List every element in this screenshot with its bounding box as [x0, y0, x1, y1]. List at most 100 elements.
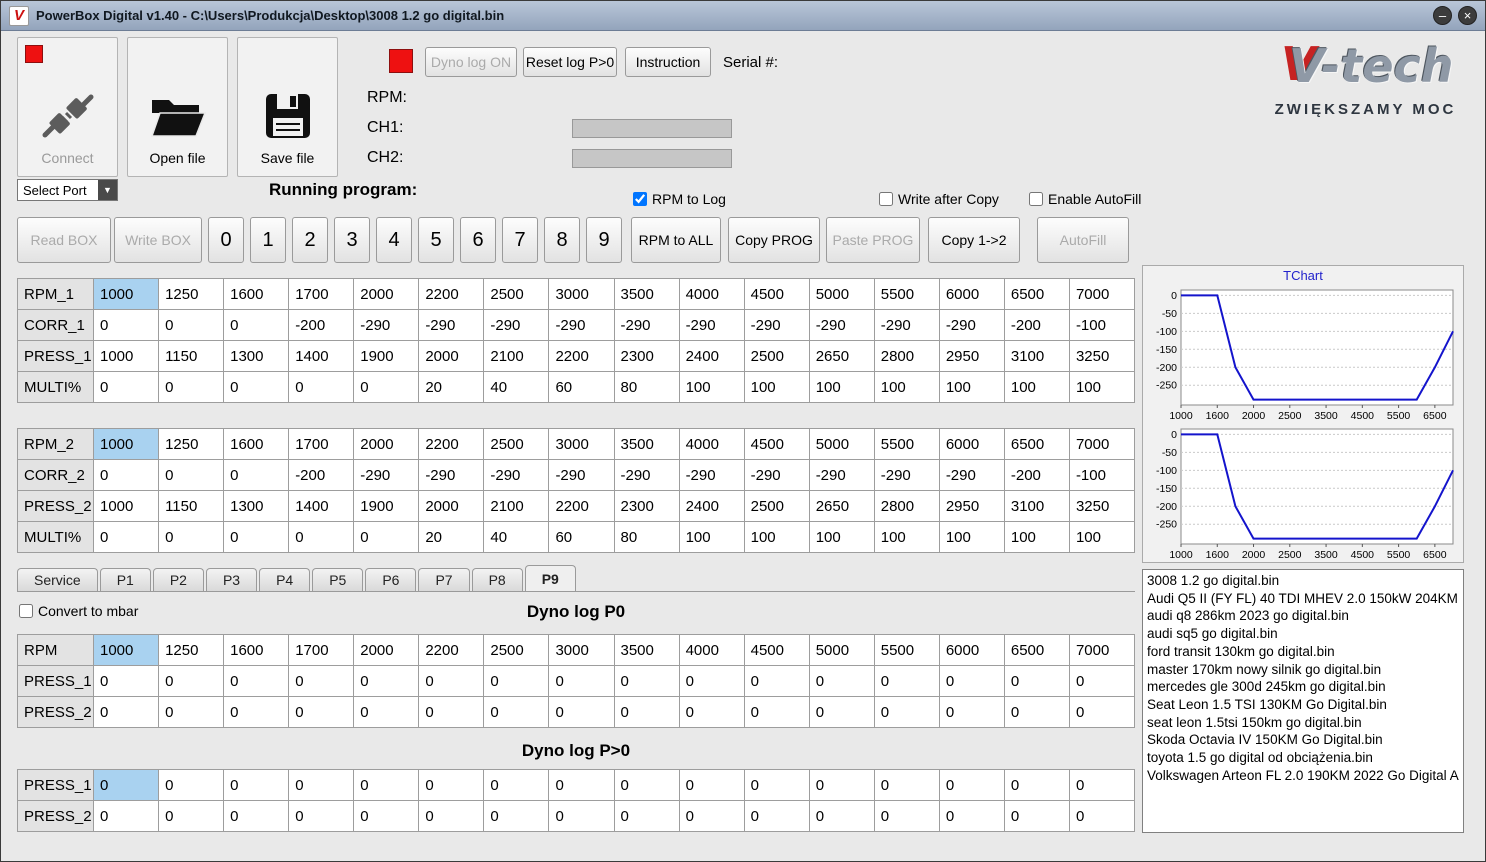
grid-cell[interactable]: 1700	[288, 278, 355, 310]
grid-cell[interactable]: 0	[158, 309, 225, 341]
grid-cell[interactable]: -290	[678, 459, 745, 491]
grid-cell[interactable]: 0	[938, 769, 1005, 801]
instruction-button[interactable]: Instruction	[625, 47, 711, 77]
grid-cell[interactable]: 2000	[353, 634, 420, 666]
grid-cell[interactable]: 0	[158, 800, 225, 832]
grid-cell[interactable]: 100	[678, 521, 745, 553]
grid-cell[interactable]: 0	[938, 800, 1005, 832]
read-box-button[interactable]: Read BOX	[17, 217, 111, 263]
grid-cell[interactable]: -290	[548, 459, 615, 491]
file-list-item[interactable]: audi q8 286km 2023 go digital.bin	[1147, 607, 1459, 625]
grid-cell[interactable]: -200	[1003, 459, 1070, 491]
file-list-item[interactable]: ford transit 130km go digital.bin	[1147, 643, 1459, 661]
grid-cell[interactable]: 0	[223, 521, 290, 553]
grid-cell[interactable]: 1250	[158, 278, 225, 310]
grid-cell[interactable]: 3500	[613, 634, 680, 666]
tab-p9[interactable]: P9	[524, 565, 576, 591]
grid-cell[interactable]: -200	[288, 459, 355, 491]
grid-cell[interactable]: 1900	[353, 340, 420, 372]
write-box-button[interactable]: Write BOX	[114, 217, 202, 263]
grid-cell[interactable]: 0	[613, 696, 680, 728]
grid-cell[interactable]: 2000	[418, 340, 485, 372]
grid-cell[interactable]: 0	[678, 769, 745, 801]
grid-cell[interactable]: 5000	[808, 278, 875, 310]
grid-cell[interactable]: 0	[1068, 800, 1136, 832]
grid-cell[interactable]: 1000	[92, 634, 160, 666]
grid-cell[interactable]: 0	[418, 696, 485, 728]
grid-cell[interactable]: 5000	[808, 428, 875, 460]
copy-1-to-2-button[interactable]: Copy 1->2	[928, 217, 1020, 263]
grid-cell[interactable]: 4000	[678, 278, 745, 310]
file-list-item[interactable]: toyota 1.5 go digital od obciążenia.bin	[1147, 749, 1459, 767]
digit-button-3[interactable]: 3	[334, 217, 370, 263]
grid-cell[interactable]: 4500	[743, 428, 810, 460]
grid-cell[interactable]: 2500	[743, 340, 810, 372]
grid-cell[interactable]: 1250	[158, 634, 225, 666]
grid-cell[interactable]: 3500	[613, 428, 680, 460]
grid-cell[interactable]: -290	[873, 459, 940, 491]
tab-p3[interactable]: P3	[205, 568, 258, 591]
grid-cell[interactable]: 0	[548, 800, 615, 832]
file-list-item[interactable]: mercedes gle 300d 245km go digital.bin	[1147, 678, 1459, 696]
grid-cell[interactable]: -290	[353, 309, 420, 341]
grid-cell[interactable]: 6000	[938, 634, 1005, 666]
grid-cell[interactable]: 4500	[743, 278, 810, 310]
grid-cell[interactable]: 2500	[483, 278, 550, 310]
grid-cell[interactable]: 100	[938, 521, 1005, 553]
grid-cell[interactable]: 0	[873, 696, 940, 728]
tab-p8[interactable]: P8	[471, 568, 523, 591]
grid-cell[interactable]: 0	[743, 665, 810, 697]
grid-cell[interactable]: -290	[483, 459, 550, 491]
grid-cell[interactable]: 4000	[678, 634, 745, 666]
digit-button-2[interactable]: 2	[292, 217, 328, 263]
write-after-copy-input[interactable]	[879, 192, 893, 206]
rpm-to-log-checkbox[interactable]: RPM to Log	[633, 191, 726, 207]
grid-cell[interactable]: 1900	[353, 490, 420, 522]
tab-p1[interactable]: P1	[99, 568, 151, 591]
rpm-to-all-button[interactable]: RPM to ALL	[631, 217, 721, 263]
grid-cell[interactable]: 6000	[938, 278, 1005, 310]
digit-button-5[interactable]: 5	[418, 217, 454, 263]
grid-cell[interactable]: -290	[938, 309, 1005, 341]
grid-cell[interactable]: 0	[353, 521, 420, 553]
grid-cell[interactable]: 20	[418, 371, 485, 403]
grid-cell[interactable]: 0	[1003, 665, 1070, 697]
grid-cell[interactable]: 40	[483, 521, 550, 553]
grid-cell[interactable]: 0	[223, 769, 290, 801]
rpm-to-log-input[interactable]	[633, 192, 647, 206]
grid-cell[interactable]: 0	[808, 769, 875, 801]
grid-cell[interactable]: 60	[548, 521, 615, 553]
grid-cell[interactable]: 3100	[1003, 340, 1070, 372]
grid-cell[interactable]: 1300	[223, 340, 290, 372]
grid-cell[interactable]: -290	[808, 459, 875, 491]
grid-cell[interactable]: 0	[1068, 769, 1136, 801]
grid-cell[interactable]: 100	[743, 371, 810, 403]
grid-cell[interactable]: 100	[808, 371, 875, 403]
grid-cell[interactable]: 1150	[158, 490, 225, 522]
grid-cell[interactable]: 0	[223, 696, 290, 728]
connect-button[interactable]: Connect	[17, 37, 118, 177]
grid-cell[interactable]: 2400	[678, 340, 745, 372]
grid-cell[interactable]: 2300	[613, 490, 680, 522]
grid-cell[interactable]: 7000	[1068, 634, 1136, 666]
file-list-item[interactable]: Seat Leon 1.5 TSI 130KM Go Digital.bin	[1147, 696, 1459, 714]
grid-cell[interactable]: 100	[678, 371, 745, 403]
grid-cell[interactable]: -290	[418, 459, 485, 491]
grid-cell[interactable]: 0	[288, 665, 355, 697]
grid-cell[interactable]: 0	[353, 800, 420, 832]
file-list-item[interactable]: Skoda Octavia IV 150KM Go Digital.bin	[1147, 731, 1459, 749]
grid-cell[interactable]: 0	[288, 769, 355, 801]
grid-cell[interactable]: -290	[613, 459, 680, 491]
grid-cell[interactable]: 2200	[548, 490, 615, 522]
tab-p2[interactable]: P2	[152, 568, 204, 591]
grid-cell[interactable]: 0	[418, 665, 485, 697]
grid-cell[interactable]: 0	[353, 696, 420, 728]
grid-cell[interactable]: 0	[1003, 696, 1070, 728]
grid-cell[interactable]: 1400	[288, 490, 355, 522]
digit-button-6[interactable]: 6	[460, 217, 496, 263]
grid-cell[interactable]: 100	[873, 521, 940, 553]
file-list-item[interactable]: audi sq5 go digital.bin	[1147, 625, 1459, 643]
grid-cell[interactable]: 2500	[483, 428, 550, 460]
grid-cell[interactable]: 0	[678, 696, 745, 728]
grid-cell[interactable]: 40	[483, 371, 550, 403]
